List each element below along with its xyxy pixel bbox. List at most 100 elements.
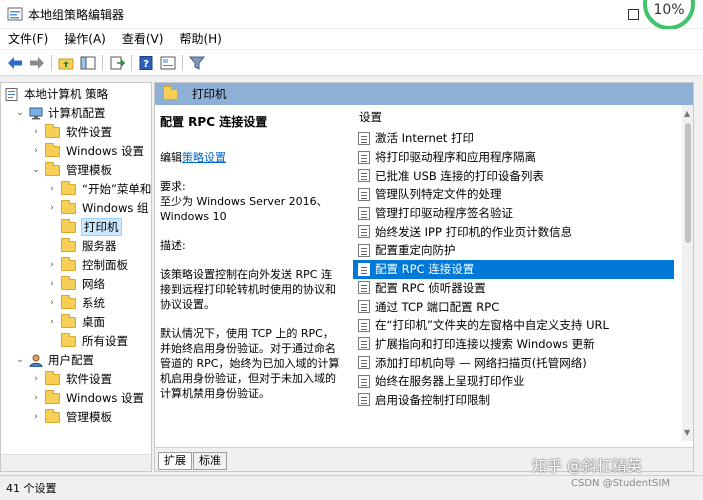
- folder-icon: [45, 161, 60, 176]
- expand-chevron-icon[interactable]: ›: [47, 203, 57, 213]
- tree-item-user-config[interactable]: ⌄ 用户配置: [15, 351, 94, 369]
- expand-chevron-icon[interactable]: ›: [47, 184, 57, 194]
- policy-setting-icon: [358, 300, 370, 314]
- details-header: 打印机: [155, 83, 693, 105]
- list-item-label: 管理打印驱动程序签名验证: [375, 206, 513, 221]
- show-hide-tree-button[interactable]: [77, 52, 99, 74]
- extended-description: 配置 RPC 连接设置 编辑策略设置 要求: 至少为 Windows Serve…: [160, 115, 340, 415]
- collapse-chevron-icon[interactable]: ⌄: [31, 165, 41, 175]
- list-item[interactable]: 启用设备控制打印限制: [353, 391, 693, 410]
- toolbar-separator: [182, 54, 183, 71]
- list-item[interactable]: 将打印驱动程序和应用程序隔离: [353, 148, 693, 167]
- tree-item-printers[interactable]: 打印机: [47, 218, 122, 236]
- tree-label: 软件设置: [66, 372, 112, 386]
- list-item[interactable]: 扩展指向和打印连接以搜索 Windows 更新: [353, 335, 693, 354]
- edit-policy-link[interactable]: 策略设置: [182, 151, 226, 164]
- properties-button[interactable]: [157, 52, 179, 74]
- console-tree-icon: [80, 56, 96, 69]
- tree-label: 控制面板: [82, 258, 128, 272]
- tree-item-uc-admin[interactable]: › 管理模板: [31, 408, 112, 426]
- expand-chevron-icon[interactable]: ›: [47, 317, 57, 327]
- filter-button[interactable]: [186, 52, 208, 74]
- scroll-down-icon[interactable]: ▼: [684, 428, 690, 437]
- tree-item-root[interactable]: 本地计算机 策略: [5, 85, 108, 103]
- forward-button[interactable]: [26, 52, 48, 74]
- toolbar: ?: [0, 50, 703, 76]
- tree-item-desktop[interactable]: › 桌面: [47, 313, 105, 331]
- tree-item-cc-windows[interactable]: › Windows 设置: [31, 142, 144, 160]
- tree-label: 管理模板: [66, 163, 112, 177]
- tree-item-uc-software[interactable]: › 软件设置: [31, 370, 112, 388]
- tree-label: 系统: [82, 296, 105, 310]
- collapse-chevron-icon[interactable]: ⌄: [15, 355, 25, 365]
- tree-label: 所有设置: [82, 334, 128, 348]
- expand-chevron-icon[interactable]: ›: [47, 279, 57, 289]
- menu-action[interactable]: 操作(A): [56, 29, 114, 49]
- settings-rows: 激活 Internet 打印 将打印驱动程序和应用程序隔离 已批准 USB 连接的打…: [353, 129, 693, 410]
- menu-file[interactable]: 文件(F): [0, 29, 56, 49]
- list-item[interactable]: 在“打印机”文件夹的左窗格中自定义支持 URL: [353, 316, 693, 335]
- folder-icon: [61, 256, 76, 271]
- policy-title: 配置 RPC 连接设置: [160, 115, 268, 129]
- expand-chevron-icon[interactable]: ›: [31, 393, 41, 403]
- list-item[interactable]: 配置 RPC 侦听器设置: [353, 279, 693, 298]
- back-button[interactable]: [4, 52, 26, 74]
- expand-chevron-icon[interactable]: ›: [47, 298, 57, 308]
- up-folder-button[interactable]: [55, 52, 77, 74]
- list-item[interactable]: 始终发送 IPP 打印机的作业页计数信息: [353, 222, 693, 241]
- tab-extended[interactable]: 扩展: [158, 452, 192, 470]
- tree-item-control-panel[interactable]: › 控制面板: [47, 256, 128, 274]
- menu-bar: 文件(F) 操作(A) 查看(V) 帮助(H): [0, 29, 703, 49]
- tab-standard[interactable]: 标准: [193, 452, 227, 470]
- list-item[interactable]: 已批准 USB 连接的打印设备列表: [353, 166, 693, 185]
- tree-item-uc-windows[interactable]: › Windows 设置: [31, 389, 144, 407]
- collapse-chevron-icon[interactable]: ⌄: [15, 108, 25, 118]
- menu-view[interactable]: 查看(V): [114, 29, 172, 49]
- horizontal-scrollbar[interactable]: [1, 454, 151, 471]
- requirements-label: 要求:: [160, 180, 186, 193]
- policy-setting-icon: [358, 356, 370, 370]
- folder-icon: [61, 199, 76, 214]
- scroll-up-icon[interactable]: ▲: [684, 109, 690, 118]
- tree-label: Windows 设置: [66, 144, 144, 158]
- folder-icon: [61, 218, 76, 233]
- expand-chevron-icon[interactable]: ›: [31, 374, 41, 384]
- expand-chevron-icon[interactable]: ›: [31, 127, 41, 137]
- description-label: 描述:: [160, 239, 186, 252]
- policy-setting-icon: [358, 393, 370, 407]
- list-item[interactable]: 管理队列特定文件的处理: [353, 185, 693, 204]
- list-item[interactable]: 激活 Internet 打印: [353, 129, 693, 148]
- list-item[interactable]: 始终在服务器上呈现打印作业: [353, 372, 693, 391]
- folder-icon: [61, 275, 76, 290]
- list-item[interactable]: 添加打印机向导 — 网络扫描页(托管网络): [353, 353, 693, 372]
- expand-chevron-icon[interactable]: ›: [31, 146, 41, 156]
- back-arrow-icon: [8, 56, 22, 69]
- scrollbar-thumb[interactable]: [685, 123, 691, 243]
- list-item[interactable]: 管理打印驱动程序签名验证: [353, 204, 693, 223]
- tree-item-cc-software[interactable]: › 软件设置: [31, 123, 112, 141]
- column-header-setting[interactable]: 设置: [353, 105, 693, 129]
- requirements-text: 至少为 Windows Server 2016、Windows 10: [160, 195, 328, 223]
- tree-item-start-menu[interactable]: › “开始”菜单和: [47, 180, 151, 198]
- tree-item-computer-config[interactable]: ⌄ 计算机配置: [15, 104, 105, 122]
- help-button[interactable]: ?: [135, 52, 157, 74]
- expand-chevron-icon[interactable]: ›: [31, 412, 41, 422]
- menu-help[interactable]: 帮助(H): [171, 29, 229, 49]
- export-list-button[interactable]: [106, 52, 128, 74]
- tree-item-server[interactable]: 服务器: [47, 237, 117, 255]
- tree-item-network[interactable]: › 网络: [47, 275, 105, 293]
- tree-item-cc-admin[interactable]: ⌄ 管理模板: [31, 161, 112, 179]
- tree-item-system[interactable]: › 系统: [47, 294, 105, 312]
- list-item[interactable]: 配置重定向防护: [353, 241, 693, 260]
- maximize-button[interactable]: [625, 6, 641, 22]
- tree-item-all-settings[interactable]: 所有设置: [47, 332, 128, 350]
- list-item[interactable]: 配置 RPC 连接设置: [353, 259, 674, 279]
- policy-setting-icon: [358, 262, 370, 276]
- tree-item-windows-components[interactable]: › Windows 组: [47, 199, 149, 217]
- vertical-scrollbar[interactable]: ▲ ▼: [682, 105, 693, 441]
- folder-icon: [61, 237, 76, 252]
- expand-chevron-icon[interactable]: ›: [47, 260, 57, 270]
- toolbar-separator: [102, 54, 103, 71]
- tree-label: 桌面: [82, 315, 105, 329]
- list-item[interactable]: 通过 TCP 端口配置 RPC: [353, 297, 693, 316]
